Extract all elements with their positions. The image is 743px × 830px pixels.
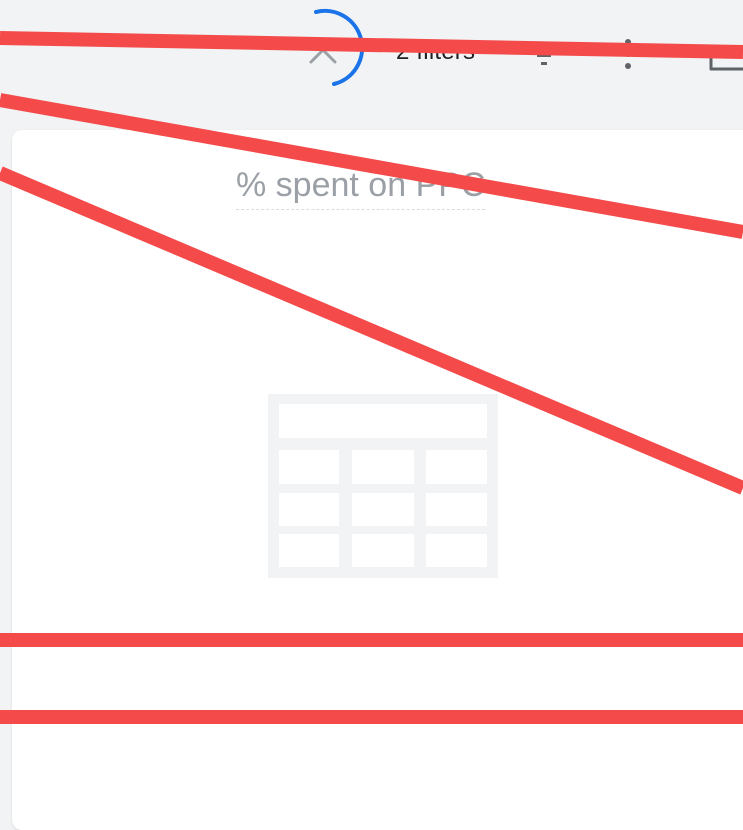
loading-spinner-icon [314, 8, 365, 86]
card-title[interactable]: % spent on PPC [236, 166, 486, 210]
toolbar: 2 filters [0, 0, 743, 110]
table-icon [268, 394, 498, 578]
filters-count-label[interactable]: 2 filters [396, 38, 475, 66]
chart-card: % spent on PPC [12, 130, 743, 830]
folder-icon[interactable] [708, 42, 743, 72]
more-vert-icon[interactable] [620, 36, 636, 72]
filter-icon[interactable] [530, 44, 558, 68]
